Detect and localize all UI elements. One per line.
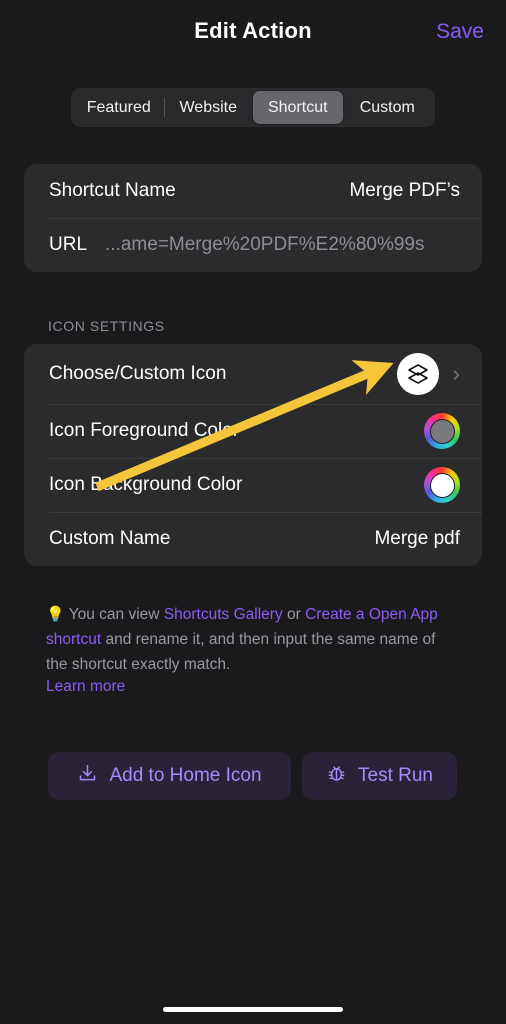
url-value[interactable]: ...ame=Merge%20PDF%E2%80%99s [105,234,424,256]
icon-settings-section-title: ICON SETTINGS [48,318,165,334]
save-button[interactable]: Save [436,20,484,44]
page-title: Edit Action [194,18,312,43]
bug-icon [326,763,347,790]
shortcut-name-value[interactable]: Merge PDF’s [349,180,460,202]
icon-background-color-row[interactable]: Icon Background Color [24,458,482,512]
test-run-button[interactable]: Test Run [302,752,457,800]
tab-featured[interactable]: Featured [74,91,164,124]
app-screen: Edit Action Save Featured Website Shortc… [0,0,506,1024]
test-run-label: Test Run [358,765,433,786]
foreground-color-swatch[interactable] [424,413,460,449]
header-bar: Edit Action Save [0,0,506,62]
custom-name-row[interactable]: Custom Name Merge pdf [24,512,482,566]
home-indicator [163,1007,343,1012]
add-to-home-icon-button[interactable]: Add to Home Icon [48,752,291,800]
hint-text-2: or [282,606,306,623]
icon-foreground-color-label: Icon Foreground Color [49,420,240,441]
shortcuts-gallery-link[interactable]: Shortcuts Gallery [164,606,283,623]
choose-custom-icon-label: Choose/Custom Icon [49,363,227,384]
hint-text: 💡 You can view Shortcuts Gallery or Crea… [46,602,456,677]
url-row[interactable]: URL ...ame=Merge%20PDF%E2%80%99s [24,218,482,272]
tab-custom[interactable]: Custom [343,91,433,124]
segmented-control[interactable]: Featured Website Shortcut Custom [71,88,435,127]
icon-background-color-label: Icon Background Color [49,474,243,495]
hint-text-3: and rename it, and then input the same n… [46,631,436,673]
background-color-swatch[interactable] [424,467,460,503]
choose-custom-icon-row[interactable]: Choose/Custom Icon › [24,344,482,404]
custom-name-label: Custom Name [49,528,171,549]
tab-website[interactable]: Website [163,91,254,124]
download-tray-icon [77,763,98,790]
layers-icon[interactable] [396,353,439,395]
icon-settings-card: Choose/Custom Icon › Icon Foreground Col… [24,344,482,566]
tab-shortcut[interactable]: Shortcut [253,91,343,124]
icon-foreground-color-row[interactable]: Icon Foreground Color [24,404,482,458]
shortcut-details-card: Shortcut Name Merge PDF’s URL ...ame=Mer… [24,164,482,272]
add-to-home-icon-label: Add to Home Icon [109,765,262,786]
hint-text-1: You can view [68,606,164,623]
url-label: URL [49,234,88,255]
chevron-right-icon[interactable]: › [453,363,460,385]
lightbulb-icon: 💡 [46,606,65,623]
learn-more-link[interactable]: Learn more [46,678,125,696]
shortcut-name-label: Shortcut Name [49,180,176,201]
shortcut-name-row[interactable]: Shortcut Name Merge PDF’s [24,164,482,218]
custom-name-value[interactable]: Merge pdf [374,528,460,550]
